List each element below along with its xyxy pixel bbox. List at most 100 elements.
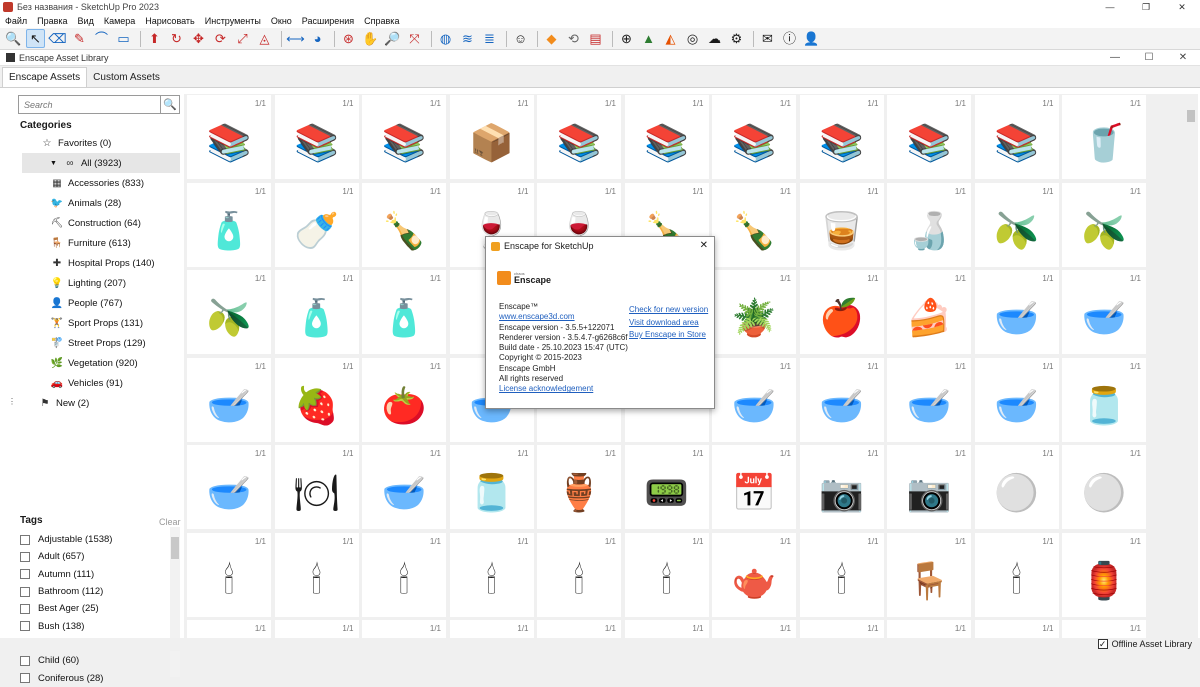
tag-checkbox[interactable] xyxy=(20,569,30,580)
asset-tile[interactable]: 1/1 🕯 xyxy=(274,532,359,617)
asset-tile[interactable]: 1/1 📷 xyxy=(887,445,971,529)
asset-tile[interactable]: 1/1 xyxy=(537,620,621,638)
asset-tile[interactable]: 1/1 📷 xyxy=(799,445,884,529)
tag-item[interactable]: Coniferous (28) xyxy=(20,669,170,686)
asset-tile[interactable]: 1/1 📚 xyxy=(887,95,971,179)
asset-tile[interactable]: 1/1 🥣 xyxy=(887,357,971,442)
tag-item[interactable]: Adjustable (1538) xyxy=(20,531,170,548)
asset-tile[interactable]: 1/1 📟 xyxy=(624,445,709,529)
category-item[interactable]: 👤 People (767) xyxy=(0,293,184,313)
tag-item[interactable]: Best Ager (25) xyxy=(20,600,170,617)
asset-tile[interactable]: 1/1 🏮 xyxy=(1062,532,1146,617)
feedback-icon[interactable]: ✉ xyxy=(758,29,777,48)
asset-tile[interactable]: 1/1 🥣 xyxy=(974,270,1059,354)
asset-tile[interactable]: 1/1 📚 xyxy=(974,95,1059,179)
asset-tile[interactable]: 1/1 🫒 xyxy=(974,182,1059,267)
asset-tile[interactable]: 1/1 🥣 xyxy=(1062,270,1146,354)
asset-tile[interactable]: 1/1 🫙 xyxy=(1062,357,1146,442)
category-item[interactable]: ☆ Favorites (0) xyxy=(0,133,184,153)
rectangle-icon[interactable]: ▭ xyxy=(114,29,133,48)
user-account-icon[interactable]: ☺ xyxy=(511,29,530,48)
asset-tile[interactable]: 1/1 🪴 xyxy=(712,270,796,354)
asset-tile[interactable]: 1/1 🫖 xyxy=(712,532,796,617)
offline-library-toggle[interactable]: ✓ Offline Asset Library xyxy=(1097,639,1192,649)
asset-tile[interactable]: 1/1 🕯 xyxy=(449,532,534,617)
asset-tile[interactable]: 1/1 🥣 xyxy=(799,357,884,442)
tag-checkbox[interactable] xyxy=(20,551,30,562)
asset-tile[interactable]: 1/1 🥣 xyxy=(712,357,796,442)
asset-tile[interactable]: 1/1 xyxy=(974,620,1059,638)
menu-window[interactable]: Окно xyxy=(266,16,297,26)
settings-icon[interactable]: ⚙ xyxy=(727,29,746,48)
rotate-icon[interactable]: ⟳ xyxy=(211,29,230,48)
asset-tile[interactable]: 1/1 📚 xyxy=(537,95,621,179)
enscape-start-icon[interactable]: ◆ xyxy=(542,29,561,48)
enscape-views-icon[interactable]: ▤ xyxy=(586,29,605,48)
asset-tile[interactable]: 1/1 🕯 xyxy=(624,532,709,617)
tag-checkbox[interactable] xyxy=(20,621,30,632)
enscape-sync-icon[interactable]: ⟲ xyxy=(564,29,583,48)
category-item[interactable]: 🏋 Sport Props (131) xyxy=(0,313,184,333)
asset-tile[interactable]: 1/1 🍅 xyxy=(362,357,446,442)
asset-tile[interactable]: 1/1 🥣 xyxy=(187,357,271,442)
tag-checkbox[interactable] xyxy=(20,673,30,684)
category-item[interactable]: 🪑 Furniture (613) xyxy=(0,233,184,253)
offline-checkbox[interactable]: ✓ xyxy=(1097,639,1108,649)
landscape-icon[interactable]: ◭ xyxy=(661,29,680,48)
move-icon[interactable]: ✥ xyxy=(189,29,208,48)
tab-custom-assets[interactable]: Custom Assets xyxy=(87,68,166,87)
tag-checkbox[interactable] xyxy=(20,603,30,614)
close-icon[interactable]: ✕ xyxy=(700,240,708,251)
scrollbar-thumb[interactable] xyxy=(1187,110,1195,122)
asset-tile[interactable]: 1/1 xyxy=(712,620,796,638)
menu-edit[interactable]: Правка xyxy=(32,16,72,26)
scrollbar-thumb[interactable] xyxy=(171,537,179,559)
category-item[interactable]: 🚗 Vehicles (91) xyxy=(0,373,184,393)
add-icon[interactable]: ⊕ xyxy=(617,29,636,48)
asset-tile[interactable]: 1/1 🍽 xyxy=(274,445,359,529)
asset-tile[interactable]: 1/1 🫒 xyxy=(187,270,271,354)
asset-tile[interactable]: 1/1 🕯 xyxy=(537,532,621,617)
buy-store-link[interactable]: Buy Enscape in Store xyxy=(629,329,708,342)
asset-tile[interactable]: 1/1 🍎 xyxy=(799,270,884,354)
menu-draw[interactable]: Нарисовать xyxy=(140,16,199,26)
category-item[interactable]: ▦ Accessories (833) xyxy=(0,173,184,193)
collapse-sidebar-icon[interactable]: ⋮ xyxy=(8,397,16,406)
asset-tile[interactable]: 1/1 xyxy=(362,620,446,638)
asset-tile[interactable]: 1/1 🕯 xyxy=(187,532,271,617)
zoom-extents-icon[interactable]: ⤧ xyxy=(405,29,424,48)
asset-tile[interactable]: 1/1 xyxy=(624,620,709,638)
asset-tile[interactable]: 1/1 📚 xyxy=(274,95,359,179)
asset-tile[interactable]: 1/1 🍾 xyxy=(362,182,446,267)
close-icon[interactable]: ✕ xyxy=(1166,50,1200,66)
asset-tile[interactable]: 1/1 🥣 xyxy=(362,445,446,529)
scale-icon[interactable]: ⤢ xyxy=(233,29,252,48)
asset-tile[interactable]: 1/1 🍰 xyxy=(887,270,971,354)
category-item[interactable]: ▼ ∞ All (3923) xyxy=(22,153,180,173)
category-item[interactable]: 🌿 Vegetation (920) xyxy=(0,353,184,373)
asset-tile[interactable]: 1/1 🥣 xyxy=(974,357,1059,442)
asset-tile[interactable]: 1/1 🕯 xyxy=(799,532,884,617)
asset-tile[interactable]: 1/1 🧴 xyxy=(187,182,271,267)
asset-tile[interactable]: 1/1 📦 xyxy=(449,95,534,179)
tag-item[interactable]: Autumn (111) xyxy=(20,566,170,583)
category-item[interactable]: 🐦 Animals (28) xyxy=(0,193,184,213)
search-button[interactable]: 🔍 xyxy=(160,96,179,113)
minimize-icon[interactable]: — xyxy=(1098,50,1132,66)
paint-bucket-icon[interactable]: ◕ xyxy=(308,29,327,48)
asset-tile[interactable]: 1/1 xyxy=(449,620,534,638)
tag-checkbox[interactable] xyxy=(20,655,30,666)
asset-tile[interactable]: 1/1 🥤 xyxy=(1062,95,1146,179)
category-item[interactable]: ✚ Hospital Props (140) xyxy=(0,253,184,273)
minimize-icon[interactable]: — xyxy=(1092,0,1128,14)
zoom-icon[interactable]: 🔎 xyxy=(383,29,402,48)
pan-icon[interactable]: ✋ xyxy=(361,29,380,48)
asset-tile[interactable]: 1/1 🫒 xyxy=(1062,182,1146,267)
asset-tile[interactable]: 1/1 xyxy=(187,620,271,638)
follow-me-icon[interactable]: ↻ xyxy=(167,29,186,48)
asset-tile[interactable]: 1/1 🏺 xyxy=(537,445,621,529)
menu-view[interactable]: Вид xyxy=(73,16,99,26)
tag-item[interactable]: Child (60) xyxy=(20,652,170,669)
asset-tile[interactable]: 1/1 🍓 xyxy=(274,357,359,442)
asset-tile[interactable]: 1/1 🧴 xyxy=(362,270,446,354)
